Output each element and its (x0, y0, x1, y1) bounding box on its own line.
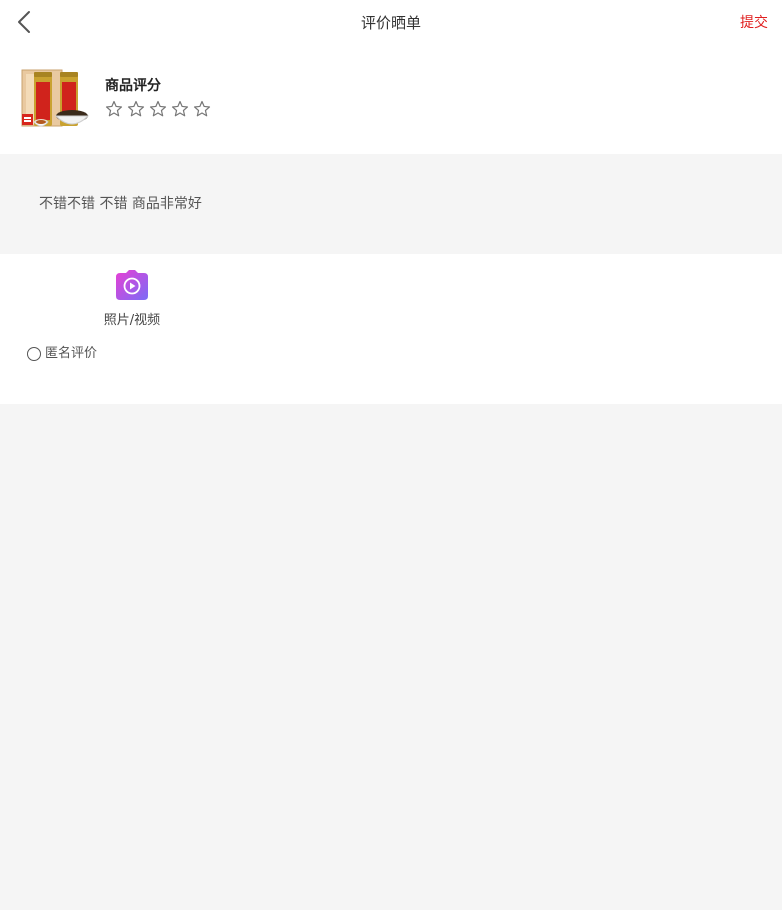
page-title: 评价晒单 (360, 14, 421, 32)
star-icon[interactable] (171, 100, 189, 118)
star-rating (105, 100, 211, 118)
anonymous-label: 匿名评价 (45, 346, 98, 361)
star-icon[interactable] (127, 100, 145, 118)
media-section: 照片/视频 匿名评价 (0, 254, 782, 404)
review-text: 不错不错 不错 商品非常好 (39, 196, 202, 212)
upload-label: 照片/视频 (103, 313, 161, 328)
product-thumbnail[interactable] (20, 64, 90, 134)
star-icon[interactable] (193, 100, 211, 118)
camera-video-icon (116, 270, 148, 300)
rating-label: 商品评分 (105, 78, 161, 94)
product-rating-section: 商品评分 (0, 46, 782, 154)
star-icon[interactable] (149, 100, 167, 118)
radio-button[interactable] (27, 347, 41, 361)
upload-photo-video-button[interactable]: 照片/视频 (98, 268, 166, 330)
top-bar: 评价晒单 提交 (0, 0, 782, 46)
anonymous-review-toggle[interactable]: 匿名评价 (27, 345, 97, 363)
submit-button[interactable]: 提交 (740, 13, 768, 33)
star-icon[interactable] (105, 100, 123, 118)
review-text-area[interactable]: 不错不错 不错 商品非常好 (0, 154, 782, 254)
